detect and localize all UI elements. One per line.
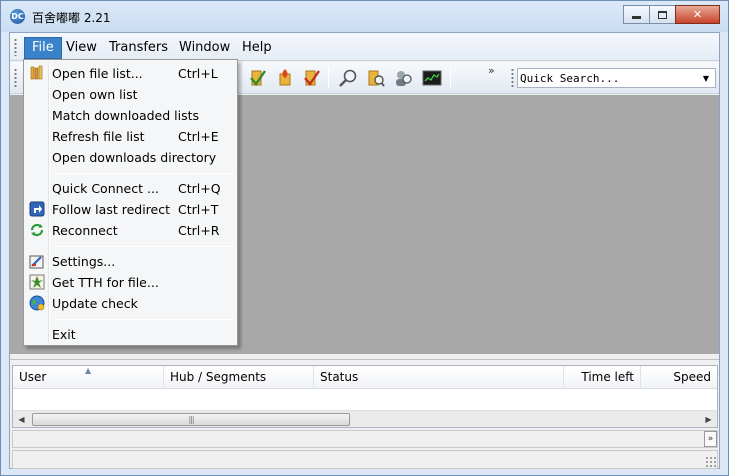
search-icon[interactable] (338, 68, 358, 88)
file-menu-dropdown: Open file list... Ctrl+L Open own list M… (23, 59, 238, 346)
update-globe-icon (29, 295, 45, 311)
menu-item-label: Quick Connect ... (52, 181, 159, 196)
toolbar-separator (328, 67, 329, 89)
menu-item-refresh-file-list[interactable]: Refresh file list Ctrl+E (26, 126, 235, 147)
window-title: 百舍嘟嘟 2.21 (32, 11, 111, 25)
app-window: DC 百舍嘟嘟 2.21 ✕ File View Transfers Windo… (0, 0, 729, 476)
menu-item-follow-last-redirect[interactable]: Follow last redirect Ctrl+T (26, 199, 235, 220)
status-bar: » (12, 431, 718, 469)
menu-item-open-downloads-directory[interactable]: Open downloads directory (26, 147, 235, 168)
menu-item-label: Exit (52, 327, 76, 342)
network-stats-icon[interactable] (422, 68, 442, 88)
app-logo-icon[interactable]: DC (10, 9, 25, 24)
file-list-icon (29, 65, 45, 81)
quick-search-input[interactable] (520, 70, 695, 86)
scroll-left-icon[interactable]: ◀ (13, 411, 30, 428)
transfers-list[interactable]: User ▲ Hub / Segments Status Time left S… (12, 365, 718, 428)
menu-item-open-own-list[interactable]: Open own list (26, 84, 235, 105)
close-icon: ✕ (692, 8, 703, 21)
menu-item-shortcut: Ctrl+E (178, 129, 219, 144)
menu-item-label: Update check (52, 296, 138, 311)
menu-item-settings[interactable]: Settings... (26, 251, 235, 272)
column-header-label: User (19, 370, 47, 384)
menu-item-label: Settings... (52, 254, 116, 269)
menu-item-open-file-list[interactable]: Open file list... Ctrl+L (26, 63, 235, 84)
menu-item-label: Reconnect (52, 223, 118, 238)
column-header-hub-segments[interactable]: Hub / Segments (164, 366, 314, 389)
menu-item-shortcut: Ctrl+Q (178, 181, 221, 196)
minimize-button[interactable] (623, 5, 650, 24)
menu-item-label: Open downloads directory (52, 150, 217, 165)
scrollbar-thumb[interactable]: ||| (32, 413, 350, 426)
redirect-icon (29, 201, 45, 217)
minimize-icon (632, 16, 641, 19)
maximize-icon (658, 10, 667, 19)
upload-flame-icon[interactable] (275, 68, 295, 88)
pane-splitter[interactable] (10, 354, 719, 360)
tth-icon (29, 274, 45, 290)
close-button[interactable]: ✕ (675, 5, 720, 24)
menu-item-quick-connect[interactable]: Quick Connect ... Ctrl+Q (26, 178, 235, 199)
quicksearch-grip-icon[interactable] (511, 68, 514, 88)
scroll-right-icon[interactable]: ▶ (700, 411, 717, 428)
menu-separator (53, 173, 235, 174)
download-check-icon[interactable] (248, 68, 268, 88)
column-header-status[interactable]: Status (314, 366, 564, 389)
column-header-row: User ▲ Hub / Segments Status Time left S… (13, 366, 717, 389)
menu-item-shortcut: Ctrl+T (178, 202, 219, 217)
menu-item-label: Open file list... (52, 66, 143, 81)
maximize-button[interactable] (649, 5, 676, 24)
menubar-grip-icon[interactable] (14, 38, 17, 56)
menu-item-update-check[interactable]: Update check (26, 293, 235, 314)
menu-item-label: Match downloaded lists (52, 108, 200, 123)
menu-item-label: Get TTH for file... (52, 275, 159, 290)
chevron-down-icon[interactable]: ▼ (699, 70, 713, 86)
menu-item-reconnect[interactable]: Reconnect Ctrl+R (26, 220, 235, 241)
menu-view[interactable]: View (59, 37, 104, 59)
menu-help[interactable]: Help (235, 37, 279, 59)
menu-item-shortcut: Ctrl+R (178, 223, 220, 238)
quick-search-combo[interactable]: ▼ (517, 68, 716, 88)
menu-bar: File View Transfers Window Help (10, 33, 719, 61)
resize-grip-icon[interactable] (705, 456, 717, 468)
settings-icon (29, 253, 45, 269)
status-bar-upper (12, 430, 718, 448)
toolbar-overflow-button[interactable]: » (488, 64, 495, 77)
adl-search-icon[interactable] (393, 68, 413, 88)
statusbar-expand-button[interactable]: » (704, 431, 717, 447)
menu-transfers[interactable]: Transfers (102, 37, 175, 59)
menu-item-shortcut: Ctrl+L (178, 66, 218, 81)
toolbar-grip-icon[interactable] (14, 68, 17, 88)
horizontal-scrollbar[interactable]: ◀ ||| ▶ (13, 410, 717, 427)
menu-item-match-downloaded-lists[interactable]: Match downloaded lists (26, 105, 235, 126)
column-header-user[interactable]: User ▲ (13, 366, 164, 389)
menu-item-label: Follow last redirect (52, 202, 170, 217)
menu-item-get-tth[interactable]: Get TTH for file... (26, 272, 235, 293)
scroll-grip-icon: ||| (188, 415, 194, 424)
column-header-time-left[interactable]: Time left (564, 366, 641, 389)
menu-item-label: Open own list (52, 87, 138, 102)
toolbar-separator (450, 67, 451, 89)
sort-ascending-icon: ▲ (85, 366, 92, 375)
menu-file[interactable]: File (24, 37, 62, 59)
menu-separator (53, 246, 235, 247)
menu-item-label: Refresh file list (52, 129, 145, 144)
menu-separator (53, 319, 235, 320)
search-spy-icon[interactable] (366, 68, 386, 88)
column-header-speed[interactable]: Speed (641, 366, 717, 389)
finished-check-icon[interactable] (302, 68, 322, 88)
menu-window[interactable]: Window (172, 37, 237, 59)
reconnect-icon (29, 222, 45, 238)
title-bar[interactable]: DC 百舍嘟嘟 2.21 ✕ (1, 1, 728, 32)
window-controls: ✕ (623, 5, 720, 24)
menu-item-exit[interactable]: Exit (26, 324, 235, 345)
